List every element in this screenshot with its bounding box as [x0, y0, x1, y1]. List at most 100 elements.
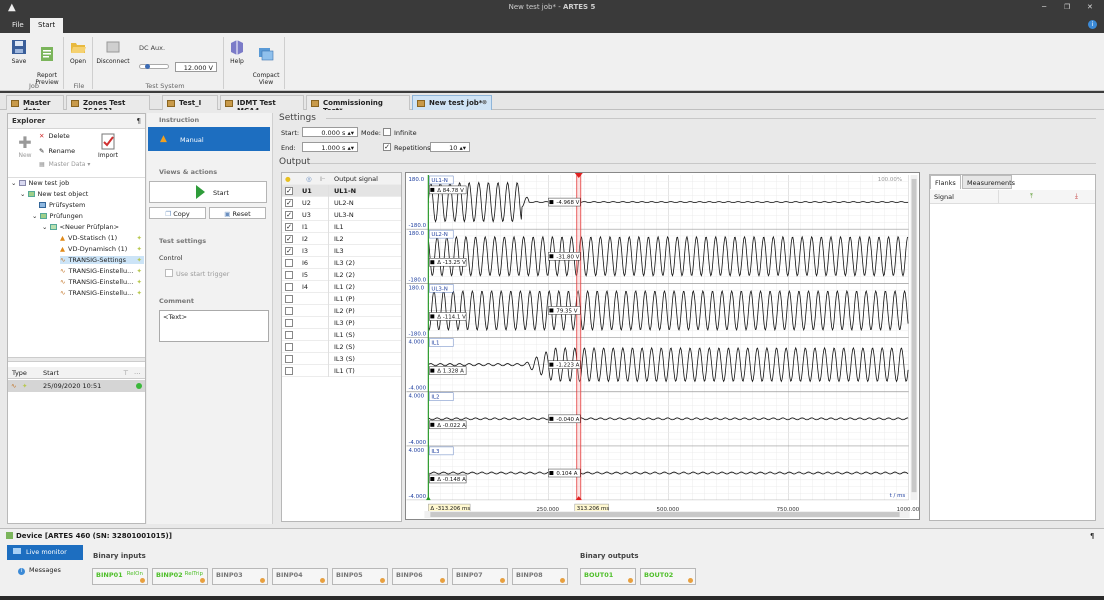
help-info-icon[interactable]: i — [1088, 20, 1097, 29]
messages-button[interactable]: i Messages — [18, 566, 61, 575]
manual-tile[interactable]: ▲ Manual — [148, 127, 270, 151]
output-row-checkbox[interactable]: ✓ — [285, 211, 293, 219]
copy-button[interactable]: ❐ Copy — [149, 207, 206, 219]
rising-edge-icon[interactable]: ⤒ — [1030, 192, 1033, 201]
report-preview-button[interactable]: Report Preview — [33, 39, 61, 86]
infinite-checkbox[interactable] — [383, 128, 391, 136]
open-button[interactable]: Open — [66, 39, 90, 65]
tree-item[interactable]: ▲ VD-Dynamisch (1) ✦ — [60, 245, 144, 253]
output-row-checkbox[interactable] — [285, 259, 293, 267]
output-row[interactable]: IL1 (P) — [282, 293, 401, 305]
output-row[interactable]: I4 IL1 (2) — [282, 281, 401, 293]
pin-icon[interactable]: ¶ — [1090, 532, 1094, 540]
tab-flanks[interactable]: Flanks — [930, 175, 961, 189]
close-tab-icon[interactable]: ⊗ — [482, 99, 487, 106]
minimize-icon[interactable]: ─ — [1042, 3, 1046, 11]
output-row[interactable]: ✓ U3 UL3-N — [282, 209, 401, 221]
output-row[interactable]: ✓ U2 UL2-N — [282, 197, 401, 209]
output-row-checkbox[interactable]: ✓ — [285, 187, 293, 195]
more-icon[interactable]: … — [134, 368, 141, 376]
input-state-icon — [500, 578, 505, 583]
dc-aux-value-field[interactable]: 12.000 V — [175, 62, 217, 72]
rename-button[interactable]: ✎ Rename — [39, 147, 75, 155]
output-row-checkbox[interactable]: ✓ — [285, 247, 293, 255]
new-button[interactable]: ✚ New — [14, 134, 36, 160]
tab-measurements[interactable]: Measurements — [962, 175, 1015, 189]
disconnect-button[interactable]: Disconnect — [95, 39, 131, 65]
compact-view-icon — [259, 48, 274, 61]
tree-item[interactable]: Prüfsystem — [39, 201, 85, 209]
output-row-checkbox[interactable] — [285, 283, 293, 291]
doc-tab-new-test-job[interactable]: New test job* ⊗ — [412, 95, 492, 110]
output-row-checkbox[interactable] — [285, 355, 293, 363]
reset-button[interactable]: ▣ Reset — [209, 207, 266, 219]
output-row[interactable]: IL1 (S) — [282, 329, 401, 341]
doc-tab-idmt-test[interactable]: IDMT Test MCA4 — [220, 95, 304, 115]
live-monitor-button[interactable]: Live monitor — [7, 545, 83, 560]
waveform-chart[interactable]: 180.0 -180.0 UL1-N Δ 84.78 V -4.968 V 180.0 -1… — [405, 172, 920, 520]
doc-tab-master-data[interactable]: Master data — [6, 95, 64, 115]
doc-tab-test-i[interactable]: Test_I — [162, 95, 218, 110]
signal-name: IL2 (2) — [334, 271, 355, 279]
dc-aux-slider[interactable] — [139, 64, 169, 69]
results-grid-row[interactable]: ∿ ✦ 25/09/2020 10:51 — [8, 380, 145, 392]
splitter[interactable] — [8, 357, 145, 362]
restore-icon[interactable]: ❐ — [1064, 3, 1070, 11]
output-row[interactable]: IL3 (S) — [282, 353, 401, 365]
output-row-checkbox[interactable] — [285, 343, 293, 351]
save-button[interactable]: Save — [6, 39, 32, 65]
master-data-button[interactable]: ▦ Master Data ▾ — [39, 161, 90, 168]
tree-item[interactable]: ▲ VD-Statisch (1) ✦ — [60, 234, 144, 242]
output-row-checkbox[interactable] — [285, 295, 293, 303]
monitor-icon — [13, 548, 21, 554]
output-row-checkbox[interactable]: ✓ — [285, 199, 293, 207]
doc-tab-commissioning-test[interactable]: Commissioning Test* — [306, 95, 410, 115]
output-row[interactable]: IL1 (T) — [282, 365, 401, 377]
tree-item[interactable]: ⌄ New test object — [20, 190, 88, 198]
output-row[interactable]: I5 IL2 (2) — [282, 269, 401, 281]
start-button[interactable]: Start — [149, 181, 267, 203]
output-row[interactable]: IL2 (P) — [282, 305, 401, 317]
tree-item[interactable]: ⌄ Prüfungen — [32, 212, 83, 220]
binary-inputs-label: Binary inputs — [93, 552, 146, 560]
pin-icon[interactable]: ¶ — [137, 117, 141, 125]
tree-item[interactable]: ∿ TRANSIG-Einstellu... ✦ — [60, 278, 144, 286]
tree-item[interactable]: ∿ TRANSIG-Einstellu... ✦ — [60, 289, 144, 297]
output-row-checkbox[interactable] — [285, 307, 293, 315]
output-row-checkbox[interactable]: ✓ — [285, 235, 293, 243]
tree-item[interactable]: ∿ TRANSIG-Einstellu... ✦ — [60, 267, 144, 275]
comment-textarea[interactable]: <Text> — [159, 310, 269, 342]
output-row[interactable]: I6 IL3 (2) — [282, 257, 401, 269]
start-label: Start: — [281, 129, 300, 137]
output-row[interactable]: ✓ I2 IL2 — [282, 233, 401, 245]
tree-item[interactable]: ⌄ New test job — [11, 179, 69, 187]
output-row-checkbox[interactable] — [285, 271, 293, 279]
tab-start[interactable]: Start — [30, 18, 64, 33]
falling-edge-icon[interactable]: ⤓ — [1075, 192, 1078, 201]
output-row[interactable]: IL3 (P) — [282, 317, 401, 329]
close-icon[interactable]: ✕ — [1087, 3, 1093, 11]
doc-tab-zones-test[interactable]: Zones Test 7SA631 — [66, 95, 150, 115]
import-button[interactable]: Import — [96, 132, 120, 159]
use-start-trigger-checkbox[interactable] — [165, 269, 173, 277]
delete-button[interactable]: ✕ Delete — [39, 132, 70, 140]
tree-item-selected[interactable]: ∿ TRANSIG-Settings ✦ — [60, 256, 144, 264]
repetitions-checkbox[interactable]: ✓ — [383, 143, 391, 151]
help-button[interactable]: Help — [226, 39, 248, 65]
tree-item[interactable]: ⌄ <Neuer Prüfplan> — [42, 223, 119, 231]
output-row[interactable]: ✓ I1 IL1 — [282, 221, 401, 233]
compact-view-button[interactable]: Compact View — [252, 39, 280, 86]
start-time-field[interactable]: 0.000 s ▴▾ — [302, 127, 358, 137]
output-row[interactable]: ✓ I3 IL3 — [282, 245, 401, 257]
output-row-checkbox[interactable] — [285, 367, 293, 375]
end-time-field[interactable]: 1.000 s ▴▾ — [302, 142, 358, 152]
output-row-checkbox[interactable] — [285, 319, 293, 327]
tab-file[interactable]: File — [4, 18, 32, 33]
output-row-checkbox[interactable]: ✓ — [285, 223, 293, 231]
output-row-checkbox[interactable] — [285, 331, 293, 339]
slider-handle[interactable] — [145, 64, 150, 69]
repetitions-field[interactable]: 10 ▴▾ — [430, 142, 470, 152]
output-row[interactable]: IL2 (S) — [282, 341, 401, 353]
filter-icon[interactable]: ⊤ — [123, 369, 129, 377]
output-row[interactable]: ✓ U1 UL1-N — [282, 185, 401, 197]
